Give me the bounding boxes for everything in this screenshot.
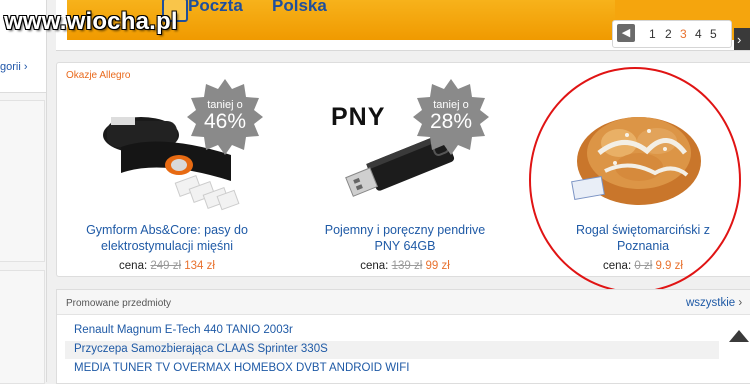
pny-logo: PNY <box>331 103 385 131</box>
see-all-link[interactable]: wszystkie › <box>686 297 742 309</box>
pager-page-2[interactable]: 2 <box>665 27 672 41</box>
product-name-line-2[interactable]: elektrostymulacji mięśni <box>57 238 277 254</box>
chevron-left-icon[interactable]: ◀ <box>617 24 635 42</box>
see-all-label[interactable]: wszystkie <box>686 297 735 309</box>
pager-page-4[interactable]: 4 <box>695 27 702 41</box>
pager-page-5[interactable]: 5 <box>710 27 717 41</box>
badge-value: 46% <box>203 110 247 133</box>
promoted-header: Promowane przedmioty wszystkie › <box>57 290 750 315</box>
promoted-title: Promowane przedmioty <box>66 298 172 309</box>
promoted-items-panel: Promowane przedmioty wszystkie › Renault… <box>56 289 750 384</box>
promoted-list-item[interactable]: Renault Magnum E-Tech 440 TANIO 2003r <box>65 322 719 340</box>
brand-word-1: Poczta <box>188 0 243 15</box>
red-circle-highlight <box>529 67 741 293</box>
product-card[interactable]: PNY taniej o 28% Pojemny i poręczny pend… <box>295 63 515 276</box>
pager-page-3-active[interactable]: 3 <box>680 27 687 41</box>
left-sidebar: gorii › <box>0 0 47 384</box>
product-name[interactable]: Pojemny i poręczny pendrive PNY 64GB <box>295 222 515 254</box>
product-card[interactable]: taniej o 46% Gymform Abs&Core: pasy do e… <box>57 63 277 276</box>
brand-word-2: Polska <box>272 0 327 15</box>
promoted-item-title[interactable]: Przyczepa Samozbierająca CLAAS Sprinter … <box>74 343 328 355</box>
promoted-item-title[interactable]: MEDIA TUNER TV OVERMAX HOMEBOX DVBT ANDR… <box>74 362 409 374</box>
scroll-up-icon[interactable] <box>728 326 750 348</box>
sidebar-panel <box>0 100 45 262</box>
product-name-line-1[interactable]: Pojemny i poręczny pendrive <box>295 222 515 238</box>
product-price: cena: 139 zł 99 zł <box>295 260 515 272</box>
wiocha-watermark: www.wiocha.pl <box>4 8 178 35</box>
price-label: cena: <box>360 260 389 272</box>
sidebar-categories-link[interactable]: gorii › <box>0 61 28 73</box>
chevron-right-icon: › <box>737 32 742 47</box>
new-price: 99 zł <box>425 260 450 272</box>
old-price: 249 zł <box>150 260 182 272</box>
product-name-line-2[interactable]: PNY 64GB <box>295 238 515 254</box>
discount-badge: taniej o 46% <box>187 79 263 155</box>
banner-next-arrow[interactable]: › <box>734 28 750 50</box>
promoted-item-title[interactable]: Renault Magnum E-Tech 440 TANIO 2003r <box>74 324 293 336</box>
chevron-right-icon: › <box>738 297 743 309</box>
pager-page-1[interactable]: 1 <box>649 27 656 41</box>
badge-value: 28% <box>429 110 473 133</box>
promoted-list-item[interactable]: MEDIA TUNER TV OVERMAX HOMEBOX DVBT ANDR… <box>65 360 719 378</box>
old-price: 139 zł <box>391 260 423 272</box>
discount-badge: taniej o 28% <box>413 79 489 155</box>
new-price: 134 zł <box>184 260 215 272</box>
sidebar-panel-lower <box>0 270 45 384</box>
promoted-list-item[interactable]: Przyczepa Samozbierająca CLAAS Sprinter … <box>65 341 719 359</box>
product-price: cena: 249 zł 134 zł <box>57 260 277 272</box>
product-name-line-1[interactable]: Gymform Abs&Core: pasy do <box>57 222 277 238</box>
banner-pager: ◀ 1 2 3 4 5 <box>612 20 732 48</box>
poczta-polska-logo: Poczta Polska <box>162 0 342 22</box>
price-label: cena: <box>119 260 148 272</box>
product-name[interactable]: Gymform Abs&Core: pasy do elektrostymula… <box>57 222 277 254</box>
